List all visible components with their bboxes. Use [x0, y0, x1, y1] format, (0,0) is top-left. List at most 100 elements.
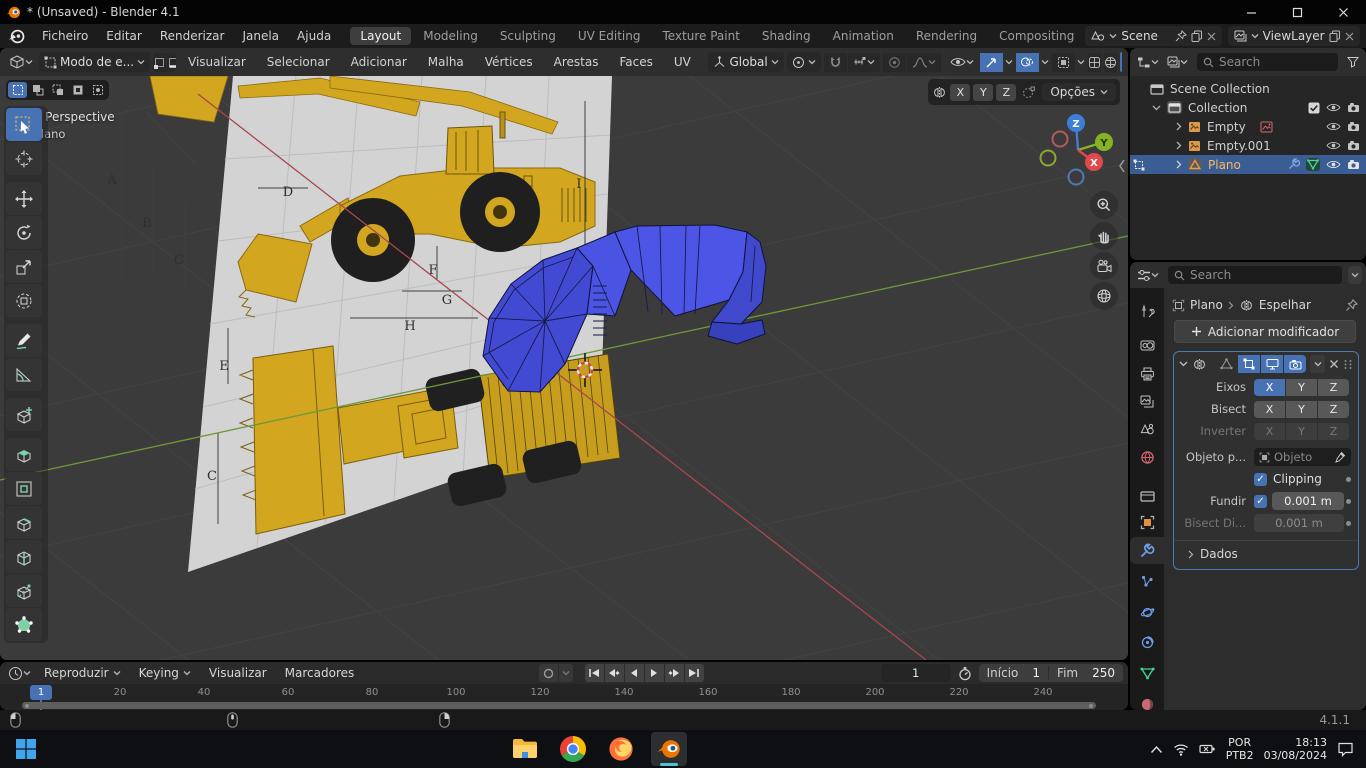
tool-add-cube[interactable] [6, 398, 42, 431]
timeline-ruler[interactable]: 20 40 60 80 100 120 140 160 180 200 220 … [0, 684, 1128, 710]
tool-extrude-region[interactable] [6, 438, 42, 471]
jump-to-end-button[interactable] [684, 664, 704, 682]
remove-viewlayer-icon[interactable] [1345, 32, 1354, 41]
tab-particles[interactable] [1130, 568, 1164, 595]
mirror-x-button[interactable]: X [950, 83, 971, 101]
interaction-mode-dropdown[interactable]: Modo de e... [39, 52, 151, 72]
workspace-tab-texture-paint[interactable]: Texture Paint [652, 27, 749, 45]
snap-magnet-icon[interactable] [823, 52, 847, 72]
tool-rotate[interactable] [6, 216, 42, 249]
outliner-row-scene-collection[interactable]: Scene Collection [1130, 79, 1366, 98]
collapse-chevron-icon[interactable] [1176, 141, 1182, 150]
vertex-select-mode-button[interactable] [153, 52, 167, 72]
properties-search-input[interactable]: Search [1168, 266, 1342, 284]
disable-render-camera-icon[interactable] [1347, 102, 1360, 113]
tool-scale[interactable] [6, 250, 42, 283]
chrome-icon[interactable] [555, 732, 591, 766]
hide-eye-icon[interactable] [1326, 121, 1341, 132]
mirror-y-button[interactable]: Y [973, 83, 994, 101]
collapse-chevron-icon[interactable] [1176, 160, 1182, 169]
current-frame-marker[interactable]: 1 [30, 685, 52, 700]
workspace-tab-animation[interactable]: Animation [823, 27, 904, 45]
menu-marcadores[interactable]: Marcadores [277, 666, 363, 680]
current-frame-field[interactable]: 1 [880, 664, 951, 682]
new-scene-icon[interactable] [1191, 30, 1203, 42]
clock[interactable]: 18:13 03/08/2024 [1264, 736, 1327, 762]
add-modifier-button[interactable]: Adicionar modificador [1174, 320, 1356, 343]
tab-physics[interactable] [1130, 599, 1164, 626]
eyedropper-icon[interactable] [1334, 451, 1346, 463]
tab-scene[interactable] [1130, 416, 1164, 443]
tool-measure[interactable] [6, 358, 42, 391]
maximize-button[interactable] [1274, 0, 1320, 24]
animate-dot[interactable] [1346, 498, 1351, 504]
minimize-button[interactable] [1228, 0, 1274, 24]
breadcrumb-object[interactable]: Plano [1190, 298, 1223, 312]
bisect-distance-field[interactable]: 0.001 m [1254, 514, 1344, 532]
menu-ajuda[interactable]: Ajuda [288, 29, 340, 43]
animate-dot[interactable] [1346, 476, 1351, 482]
flip-y-button[interactable]: Y [1286, 422, 1317, 440]
menu-faces[interactable]: Faces [610, 55, 661, 69]
properties-options-dropdown[interactable] [1348, 266, 1362, 284]
viewport-canvas[interactable]: A B C D E F G H I C [0, 76, 1128, 660]
tab-output[interactable] [1130, 360, 1164, 387]
workspace-tab-sculpting[interactable]: Sculpting [490, 27, 566, 45]
menu-visualizar[interactable]: Visualizar [179, 55, 255, 69]
unlink-scene-icon[interactable] [1207, 32, 1216, 41]
select-invert-button[interactable] [68, 82, 87, 98]
collapse-chevron-icon[interactable] [1176, 122, 1182, 131]
select-new-button[interactable] [8, 82, 27, 98]
axis-z-button[interactable]: Z [1318, 378, 1349, 396]
sidebar-collapse-arrow[interactable] [1117, 158, 1127, 174]
mirror-z-button[interactable]: Z [996, 83, 1017, 101]
select-intersect-button[interactable] [88, 82, 107, 98]
flip-x-button[interactable]: X [1254, 422, 1285, 440]
tool-cursor[interactable] [6, 142, 42, 175]
tool-loop-cut[interactable] [6, 540, 42, 573]
disable-render-camera-icon[interactable] [1347, 159, 1360, 170]
hide-eye-icon[interactable] [1326, 140, 1341, 151]
workspace-tab-rendering[interactable]: Rendering [906, 27, 987, 45]
workspace-tab-uv-editing[interactable]: UV Editing [568, 27, 651, 45]
tab-render[interactable] [1130, 332, 1164, 359]
shading-wireframe-button[interactable] [1087, 52, 1101, 72]
proportional-edit-icon[interactable] [882, 52, 906, 72]
firefox-icon[interactable] [603, 732, 639, 766]
tray-chevron-up-icon[interactable] [1150, 745, 1163, 754]
toggle-xray-button[interactable] [1051, 52, 1075, 72]
toggle-cage-display[interactable] [1238, 355, 1260, 373]
flip-z-button[interactable]: Z [1318, 422, 1349, 440]
disable-render-camera-icon[interactable] [1347, 140, 1360, 151]
tab-view-layer[interactable] [1130, 388, 1164, 415]
delete-modifier-icon[interactable] [1329, 359, 1339, 369]
next-keyframe-button[interactable] [664, 664, 684, 682]
frame-end-field[interactable]: Fim 250 [1049, 666, 1123, 680]
tool-move[interactable] [6, 182, 42, 215]
transform-orientation-dropdown[interactable]: Global [708, 52, 784, 72]
pin-icon[interactable] [1345, 298, 1358, 312]
tool-select-box[interactable] [6, 108, 42, 141]
play-button[interactable] [644, 664, 664, 682]
show-visibility-dropdown[interactable] [947, 52, 977, 72]
new-viewlayer-icon[interactable] [1329, 30, 1341, 42]
tool-annotate[interactable] [6, 324, 42, 357]
expand-chevron-icon[interactable] [1152, 105, 1161, 111]
options-dropdown[interactable]: Opções [1042, 83, 1116, 101]
outliner-row-plano[interactable]: Plano [1130, 155, 1366, 174]
scene-name[interactable]: Scene [1121, 29, 1170, 43]
show-gizmo-button[interactable] [979, 52, 1003, 72]
start-button[interactable] [8, 732, 44, 766]
app-menu-blender-icon[interactable] [0, 26, 33, 46]
menu-reproduzir[interactable]: Reproduzir [36, 666, 129, 680]
select-extend-button[interactable] [28, 82, 47, 98]
tab-collection[interactable] [1130, 482, 1164, 509]
battery-icon[interactable] [1199, 743, 1216, 755]
animate-dot[interactable] [1346, 520, 1351, 526]
tool-transform[interactable] [6, 284, 42, 317]
drag-handle-icon[interactable] [1343, 359, 1353, 370]
merge-checkbox[interactable]: ✓ [1254, 494, 1267, 508]
tab-material[interactable] [1130, 691, 1164, 710]
workspace-tab-layout[interactable]: Layout [350, 27, 412, 45]
tab-tool[interactable] [1130, 298, 1164, 325]
